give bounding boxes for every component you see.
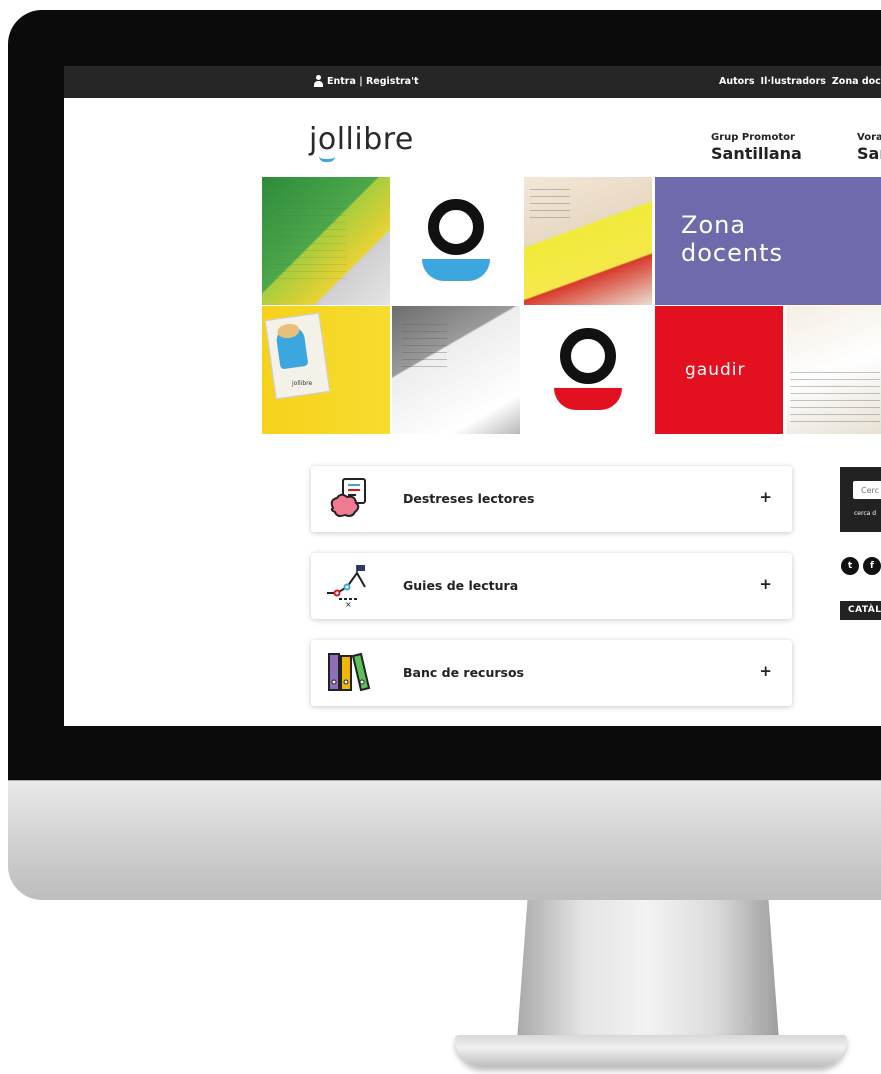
nav-link-illustradors[interactable]: Il·lustradors [761,76,826,87]
route-map-icon: × [327,565,366,609]
monitor-stand-neck [517,900,779,1040]
top-nav: Autors Il·lustradors Zona doc [719,76,881,87]
illustration [276,195,346,285]
logo-smile-icon [319,156,335,162]
zona-docents-text: Zona docents [681,211,783,267]
top-bar: Entra | Registra't Autors Il·lustradors … [64,66,881,98]
expand-plus-icon[interactable]: + [759,488,772,506]
book-smile-icon [422,259,490,281]
svg-text:×: × [345,600,352,609]
tile-open-book[interactable] [524,177,652,305]
search-input[interactable] [853,481,881,499]
accordion-destreses-lectores[interactable]: Destreses lectores + [311,466,792,532]
accordion-banc-de-recursos[interactable]: Banc de recursos + [311,640,792,706]
accordion-label: Guies de lectura [403,578,519,593]
user-icon [314,75,323,87]
promoter-caption: Grup Promotor [711,132,795,143]
login-link[interactable]: Entra | Registra't [314,75,419,87]
login-label: Entra | Registra't [327,75,419,87]
expand-plus-icon[interactable]: + [759,662,772,680]
gaudir-text: gaudir [685,360,746,380]
tile-logo-blue [392,177,520,305]
book-smile-icon [554,388,622,410]
facebook-icon[interactable]: f [863,557,881,575]
search-caption: cerca d [854,510,877,517]
tile-text-page[interactable] [786,306,881,434]
tile-zona-docents[interactable]: Zona docents [655,177,881,305]
tile-sketch-book[interactable] [392,306,520,434]
tile-gaudir[interactable]: gaudir [655,306,783,434]
promoter-name: Sar [857,144,881,163]
ring-logo-icon [560,328,616,384]
card-logo: jollibre [292,380,313,387]
expand-plus-icon[interactable]: + [759,575,772,593]
brain-reading-icon [330,478,366,517]
page-text-lines [790,366,880,426]
twitter-icon[interactable]: t [841,557,859,575]
zona-line-2: docents [681,239,784,267]
tile-illustrated-book[interactable] [262,177,390,305]
search-panel: cerca d [840,467,881,532]
accordion-label: Destreses lectores [403,491,535,506]
ring-logo-icon [428,199,484,255]
page-text-lines [530,183,570,223]
accordion-label: Banc de recursos [403,665,524,680]
promoter-caption: Vora [857,132,881,143]
zona-line-1: Zona [681,211,747,239]
nav-link-zona-docents[interactable]: Zona doc [832,76,881,87]
promoter-secondary[interactable]: Vora Sar [857,132,881,163]
site-logo[interactable]: jollibre [309,122,414,157]
nav-link-autors[interactable]: Autors [719,76,755,87]
tile-logo-red [524,306,652,434]
promoter-santillana[interactable]: Grup Promotor Santillana [711,132,802,163]
accordion-guies-de-lectura[interactable]: × Guies de lectura + [311,553,792,619]
monitor-stand-base [455,1035,847,1067]
promoter-name: Santillana [711,144,802,163]
binders-icon [328,652,371,692]
monitor-chin [8,780,881,900]
website-screen: Entra | Registra't Autors Il·lustradors … [64,66,881,726]
catalog-button[interactable]: CATÀL [840,601,881,620]
tile-illustration-card[interactable]: jollibre [262,306,390,434]
page-text-lines [402,318,447,368]
